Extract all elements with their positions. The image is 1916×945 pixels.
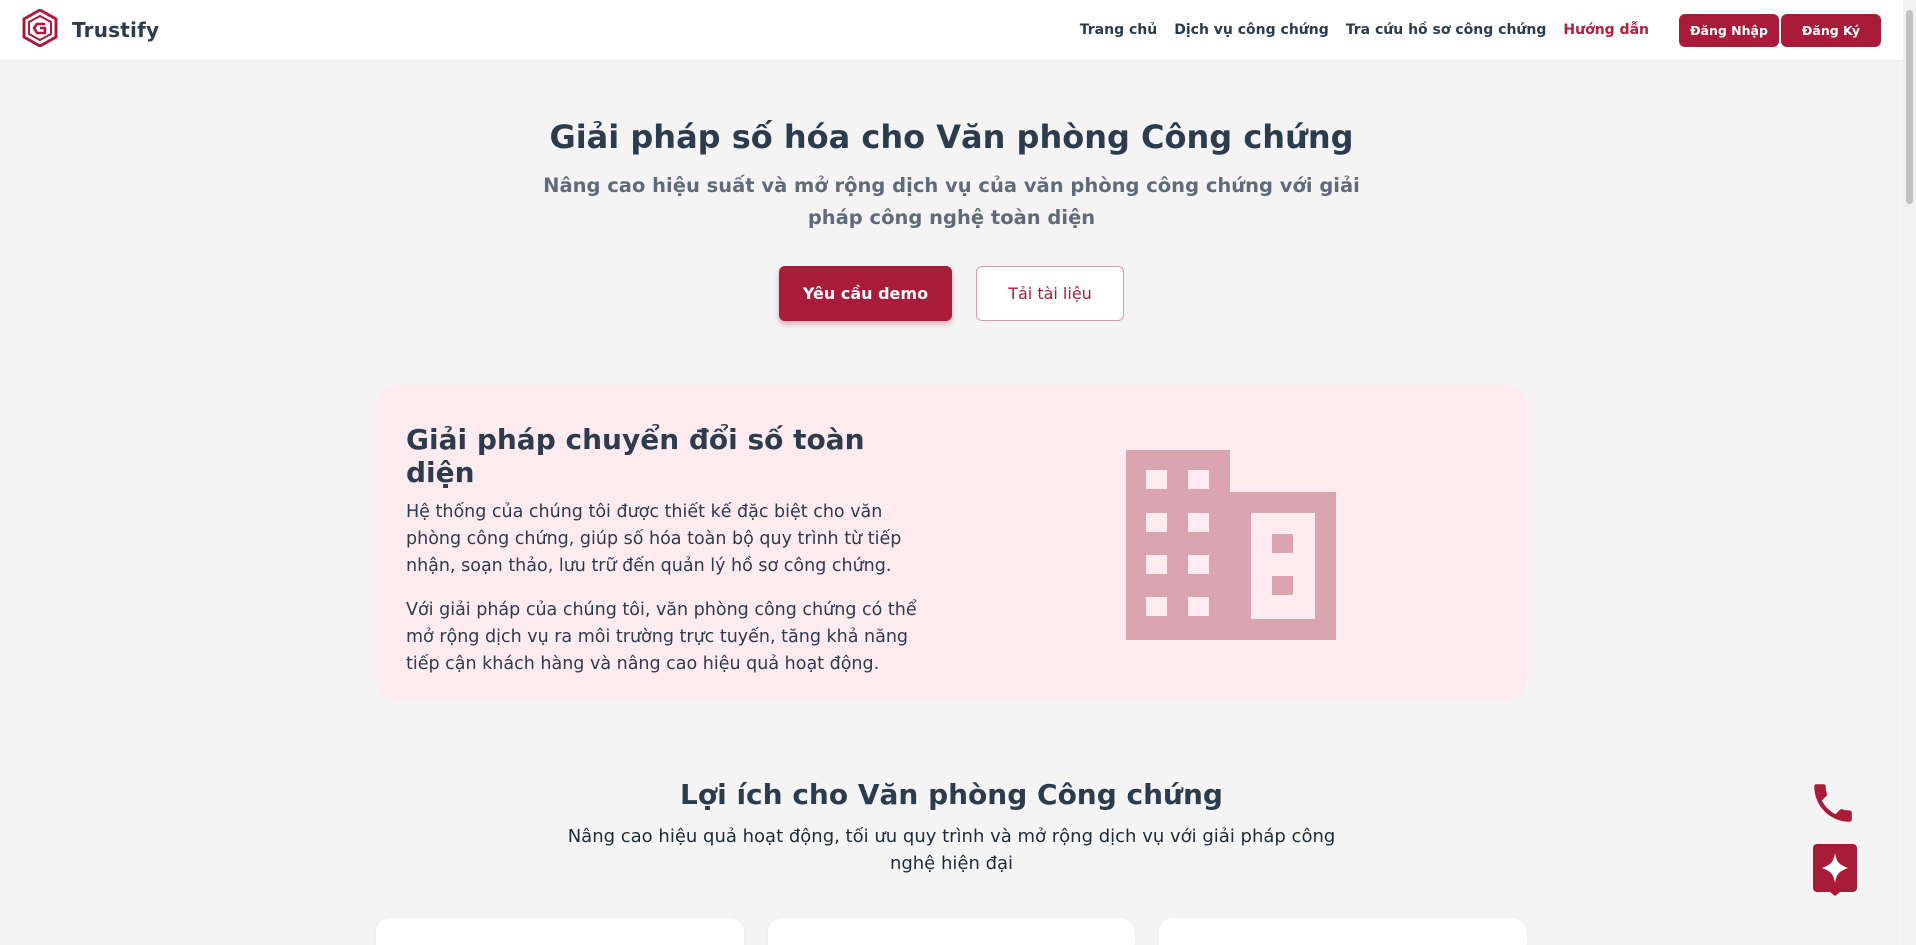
- nav-item-lookup[interactable]: Tra cứu hồ sơ công chứng: [1346, 22, 1547, 38]
- register-button[interactable]: Đăng Ký: [1781, 13, 1881, 47]
- nav-item-home[interactable]: Trang chủ: [1080, 22, 1157, 38]
- login-button[interactable]: Đăng Nhập: [1679, 13, 1779, 47]
- nav-item-guide[interactable]: Hướng dẫn: [1563, 22, 1649, 38]
- scrollbar-thumb[interactable]: [1906, 10, 1913, 204]
- feature-title: Giải pháp chuyển đổi số toàn diện: [406, 423, 865, 489]
- download-docs-button[interactable]: Tải tài liệu: [976, 266, 1124, 321]
- benefit-card: [767, 918, 1136, 945]
- benefits-section: Lợi ích cho Văn phòng Công chứng Nâng ca…: [0, 778, 1903, 877]
- benefit-card: [376, 918, 744, 945]
- benefit-cards: [376, 918, 1528, 945]
- benefits-title: Lợi ích cho Văn phòng Công chứng: [680, 778, 1223, 811]
- building-icon: [1126, 450, 1336, 644]
- phone-icon[interactable]: [1808, 778, 1858, 828]
- feature-paragraph-2: Với giải pháp của chúng tôi, văn phòng c…: [406, 600, 917, 674]
- hero-actions: Yêu cầu demo Tải tài liệu: [0, 266, 1903, 321]
- hero-title: Giải pháp số hóa cho Văn phòng Công chứn…: [549, 118, 1354, 156]
- feature-paragraph-1: Hệ thống của chúng tôi được thiết kế đặc…: [406, 502, 902, 576]
- brand-name: Trustify: [72, 18, 160, 42]
- benefit-card: [1159, 918, 1528, 945]
- page-scrollbar[interactable]: [1903, 0, 1916, 945]
- hero-section: Giải pháp số hóa cho Văn phòng Công chứn…: [0, 118, 1903, 321]
- trustify-logo-icon: [22, 8, 58, 51]
- feature-card: Giải pháp chuyển đổi số toàn diện Hệ thố…: [376, 385, 1527, 700]
- nav-item-notary-services[interactable]: Dịch vụ công chứng: [1174, 22, 1329, 38]
- brand[interactable]: Trustify: [22, 8, 160, 51]
- main-nav: Trang chủ Dịch vụ công chứng Tra cứu hồ …: [1080, 13, 1881, 47]
- feature-text: Giải pháp chuyển đổi số toàn diện Hệ thố…: [406, 423, 936, 678]
- hero-subtitle: Nâng cao hiệu suất và mở rộng dịch vụ củ…: [543, 174, 1360, 229]
- sparkle-chat-icon[interactable]: [1813, 844, 1857, 896]
- benefits-subtitle: Nâng cao hiệu quả hoạt động, tối ưu quy …: [567, 826, 1336, 874]
- request-demo-button[interactable]: Yêu cầu demo: [779, 266, 952, 321]
- top-navbar: Trustify Trang chủ Dịch vụ công chứng Tr…: [0, 0, 1903, 60]
